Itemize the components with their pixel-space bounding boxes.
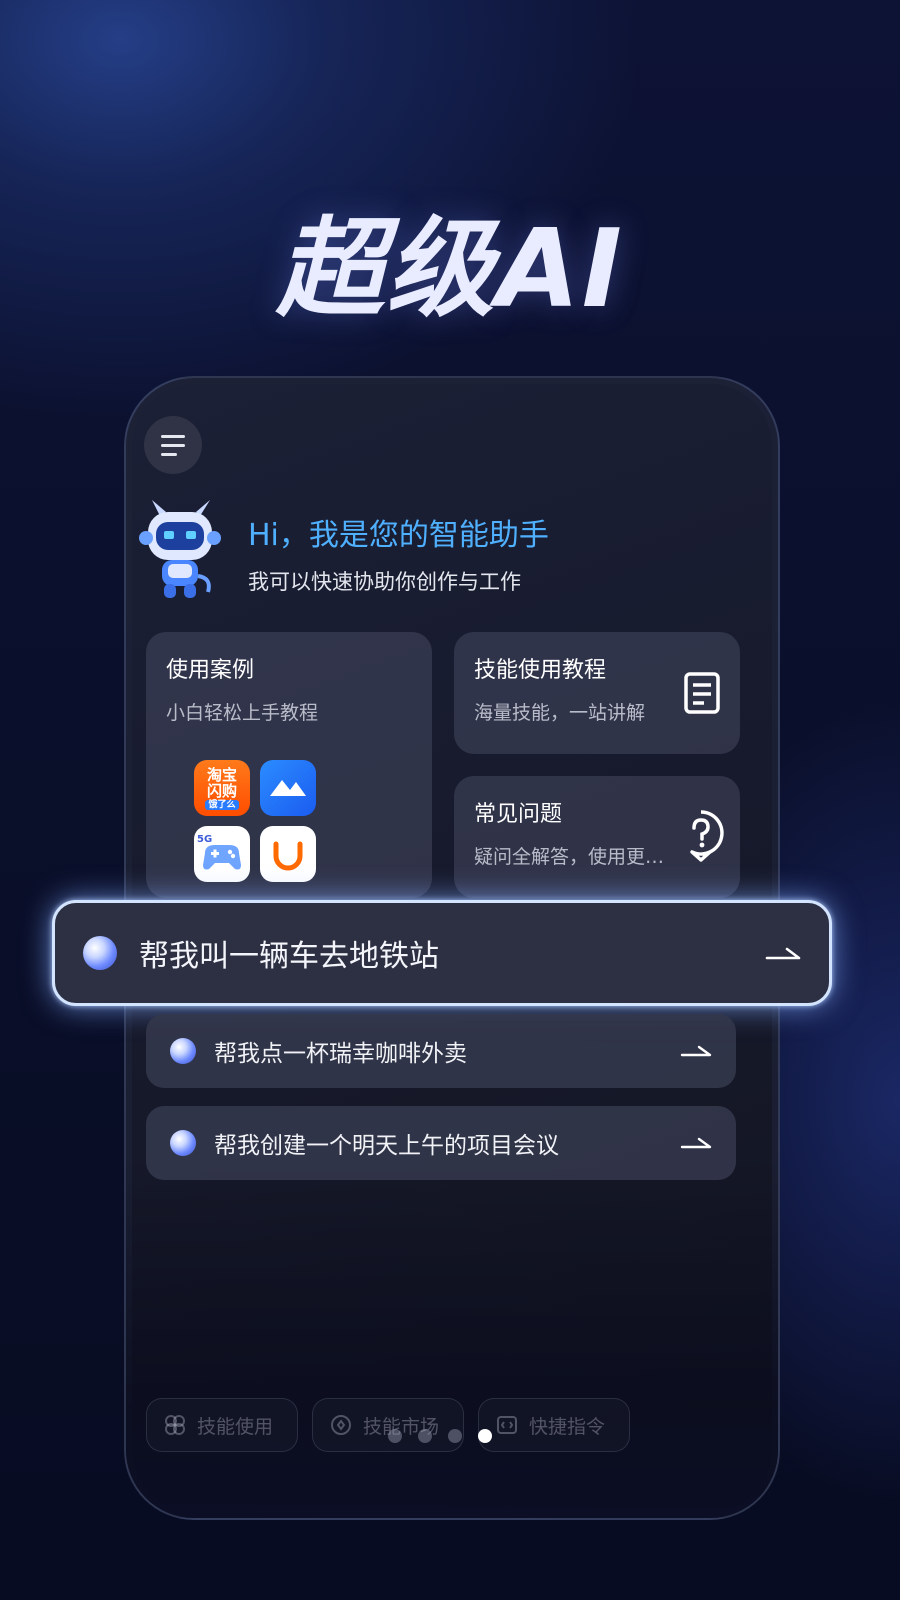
app-grid: 淘宝 闪购 饿了么 5G: [194, 760, 316, 882]
page-indicator: [388, 1429, 492, 1443]
orb-icon: [170, 1130, 196, 1156]
skill-icon: [165, 1415, 185, 1435]
page-dot[interactable]: [388, 1429, 402, 1443]
shortcut-label: 快捷指令: [529, 1415, 606, 1438]
suggestion-item[interactable]: 帮我创建一个明天上午的项目会议: [146, 1106, 736, 1180]
menu-icon-line: [161, 443, 185, 447]
greeting-title: Hi，我是您的智能助手: [248, 518, 549, 553]
page-dot[interactable]: [418, 1429, 432, 1443]
taobao-app-icon[interactable]: 淘宝 闪购 饿了么: [194, 760, 250, 816]
didi-app-icon[interactable]: [260, 826, 316, 882]
orb-icon: [83, 936, 117, 970]
page-dot[interactable]: [448, 1429, 462, 1443]
shortcut-button[interactable]: 快捷指令: [478, 1398, 630, 1452]
game-app-icon[interactable]: 5G: [194, 826, 250, 882]
menu-icon-line: [161, 434, 185, 438]
svg-text:5G: 5G: [197, 834, 212, 845]
suggestion-label: 帮我点一杯瑞幸咖啡外卖: [214, 1041, 467, 1067]
highlighted-suggestion-label: 帮我叫一辆车去地铁站: [139, 939, 439, 974]
feishu-app-icon[interactable]: [260, 760, 316, 816]
menu-button[interactable]: [144, 416, 202, 474]
market-icon: [331, 1415, 351, 1435]
skill-use-button[interactable]: 技能使用: [146, 1398, 298, 1452]
skill-market-button[interactable]: 技能市场: [312, 1398, 464, 1452]
cases-card[interactable]: 使用案例 小白轻松上手教程 淘宝 闪购 饿了么 5G: [146, 632, 432, 898]
orb-icon: [170, 1038, 196, 1064]
suggestion-label: 帮我创建一个明天上午的项目会议: [214, 1133, 559, 1159]
shortcut-icon: [497, 1416, 517, 1434]
arrow-icon: [680, 1137, 712, 1149]
faq-card-subtitle: 疑问全解答，使用更…: [474, 846, 665, 868]
gamepad-icon: 5G: [197, 834, 241, 870]
taobao-app-tag: 饿了么: [205, 799, 239, 810]
document-icon: [684, 672, 720, 714]
didi-glyph-icon: [273, 841, 303, 871]
cases-card-title: 使用案例: [166, 658, 255, 683]
skill-use-label: 技能使用: [197, 1415, 274, 1438]
promo-title: 超级AI: [276, 207, 624, 332]
taobao-app-label-1: 淘宝: [206, 765, 237, 784]
page-dot[interactable]: [478, 1429, 492, 1443]
taobao-app-label-2: 闪购: [206, 781, 237, 800]
arrow-icon: [680, 1045, 712, 1057]
greeting-subtitle: 我可以快速协助你创作与工作: [248, 570, 521, 594]
cases-card-subtitle: 小白轻松上手教程: [166, 702, 319, 724]
suggestion-item[interactable]: 帮我点一杯瑞幸咖啡外卖: [146, 1014, 736, 1088]
skills-tutorial-card[interactable]: 技能使用教程 海量技能，一站讲解: [454, 632, 740, 754]
feishu-glyph-icon: [270, 780, 306, 796]
question-icon: [690, 810, 724, 862]
skills-card-subtitle: 海量技能，一站讲解: [474, 702, 646, 724]
faq-card[interactable]: 常见问题 疑问全解答，使用更…: [454, 776, 740, 898]
arrow-icon: [765, 947, 801, 960]
mascot-icon: [139, 500, 221, 598]
highlighted-suggestion[interactable]: 帮我叫一辆车去地铁站: [52, 900, 832, 1006]
menu-icon-line: [161, 452, 177, 456]
